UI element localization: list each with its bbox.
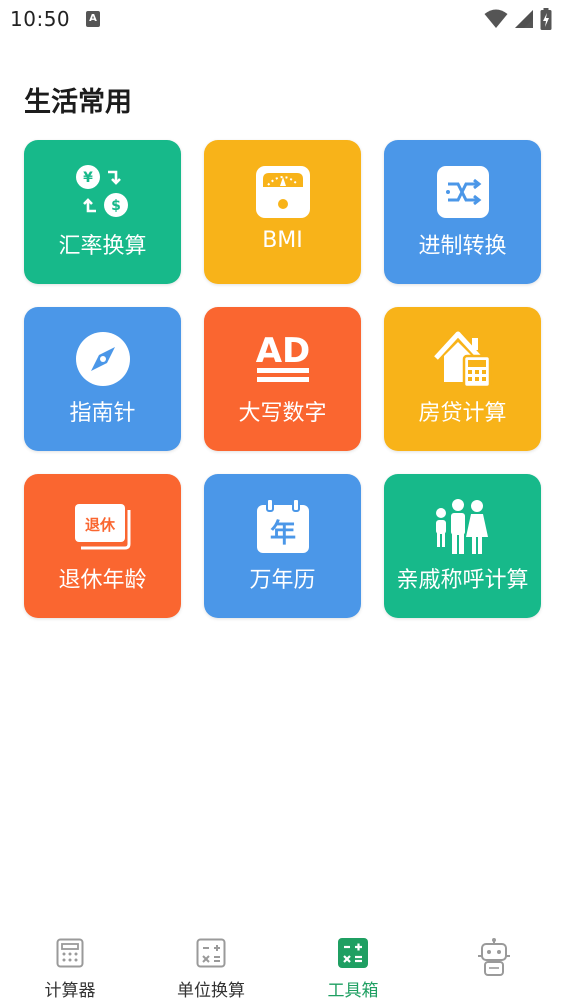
nav-label: 单位换算 — [177, 981, 245, 1001]
tool-tile-calendar[interactable]: 年 万年历 — [204, 474, 361, 618]
bottom-nav: 计算器 单位换算 工具箱 — [0, 928, 564, 1004]
nav-label: 计算器 — [44, 981, 96, 1001]
status-icons — [484, 8, 552, 30]
tool-tile-mortgage[interactable]: 房贷计算 — [384, 307, 541, 451]
cell-signal-icon — [515, 10, 533, 28]
svg-text:AD: AD — [255, 331, 310, 371]
calculator-icon — [56, 938, 84, 968]
tool-label: 指南针 — [69, 401, 136, 426]
svg-text:$: $ — [111, 198, 121, 214]
tool-tile-compass[interactable]: 指南针 — [24, 307, 181, 451]
tool-tile-uppercase-number[interactable]: AD 大写数字 — [204, 307, 361, 451]
robot-icon — [478, 938, 510, 976]
nav-calculator[interactable]: 计算器 — [10, 932, 130, 1002]
tool-label: 汇率换算 — [58, 234, 147, 259]
nav-toolbox[interactable]: 工具箱 — [293, 932, 413, 1002]
notification-icon: A — [86, 11, 100, 27]
calendar-icon: 年 — [256, 498, 309, 553]
svg-text:¥: ¥ — [83, 170, 93, 186]
tool-tile-retirement-age[interactable]: 退休 退休年龄 — [24, 474, 181, 618]
unit-convert-icon — [196, 938, 226, 968]
section-title: 生活常用 — [24, 87, 132, 118]
nav-robot[interactable] — [434, 932, 554, 1002]
status-time: 10:50 — [10, 7, 71, 31]
tool-label: 万年历 — [249, 568, 316, 593]
tool-label: 亲戚称呼计算 — [396, 568, 529, 593]
toolbox-icon — [338, 938, 368, 968]
tool-label: 大写数字 — [238, 401, 327, 426]
house-calculator-icon — [433, 331, 491, 388]
base-convert-icon — [436, 166, 489, 218]
tool-label: 退休年龄 — [58, 568, 147, 593]
status-bar: 10:50 A — [0, 0, 564, 40]
scale-icon — [255, 166, 310, 218]
wifi-icon — [484, 9, 508, 28]
tool-tile-currency-exchange[interactable]: ¥ $ 汇率换算 — [24, 140, 181, 284]
tool-label: 房贷计算 — [418, 401, 507, 426]
compass-icon — [75, 332, 130, 386]
family-icon — [435, 499, 488, 554]
nav-label: 工具箱 — [327, 981, 379, 1001]
tool-tile-bmi[interactable]: BMI — [204, 140, 361, 284]
retirement-icon-text: 退休 — [84, 516, 115, 534]
calendar-icon-text: 年 — [269, 518, 295, 549]
currency-exchange-icon: ¥ $ — [75, 165, 128, 217]
tool-label: BMI — [262, 228, 303, 253]
ad-uppercase-icon: AD — [255, 331, 310, 382]
tool-tile-relatives[interactable]: 亲戚称呼计算 — [384, 474, 541, 618]
tool-label: 进制转换 — [418, 234, 507, 259]
tool-tile-base-convert[interactable]: 进制转换 — [384, 140, 541, 284]
battery-icon — [540, 8, 552, 30]
retirement-card-icon: 退休 — [74, 504, 130, 550]
nav-unit-convert[interactable]: 单位换算 — [151, 932, 271, 1002]
